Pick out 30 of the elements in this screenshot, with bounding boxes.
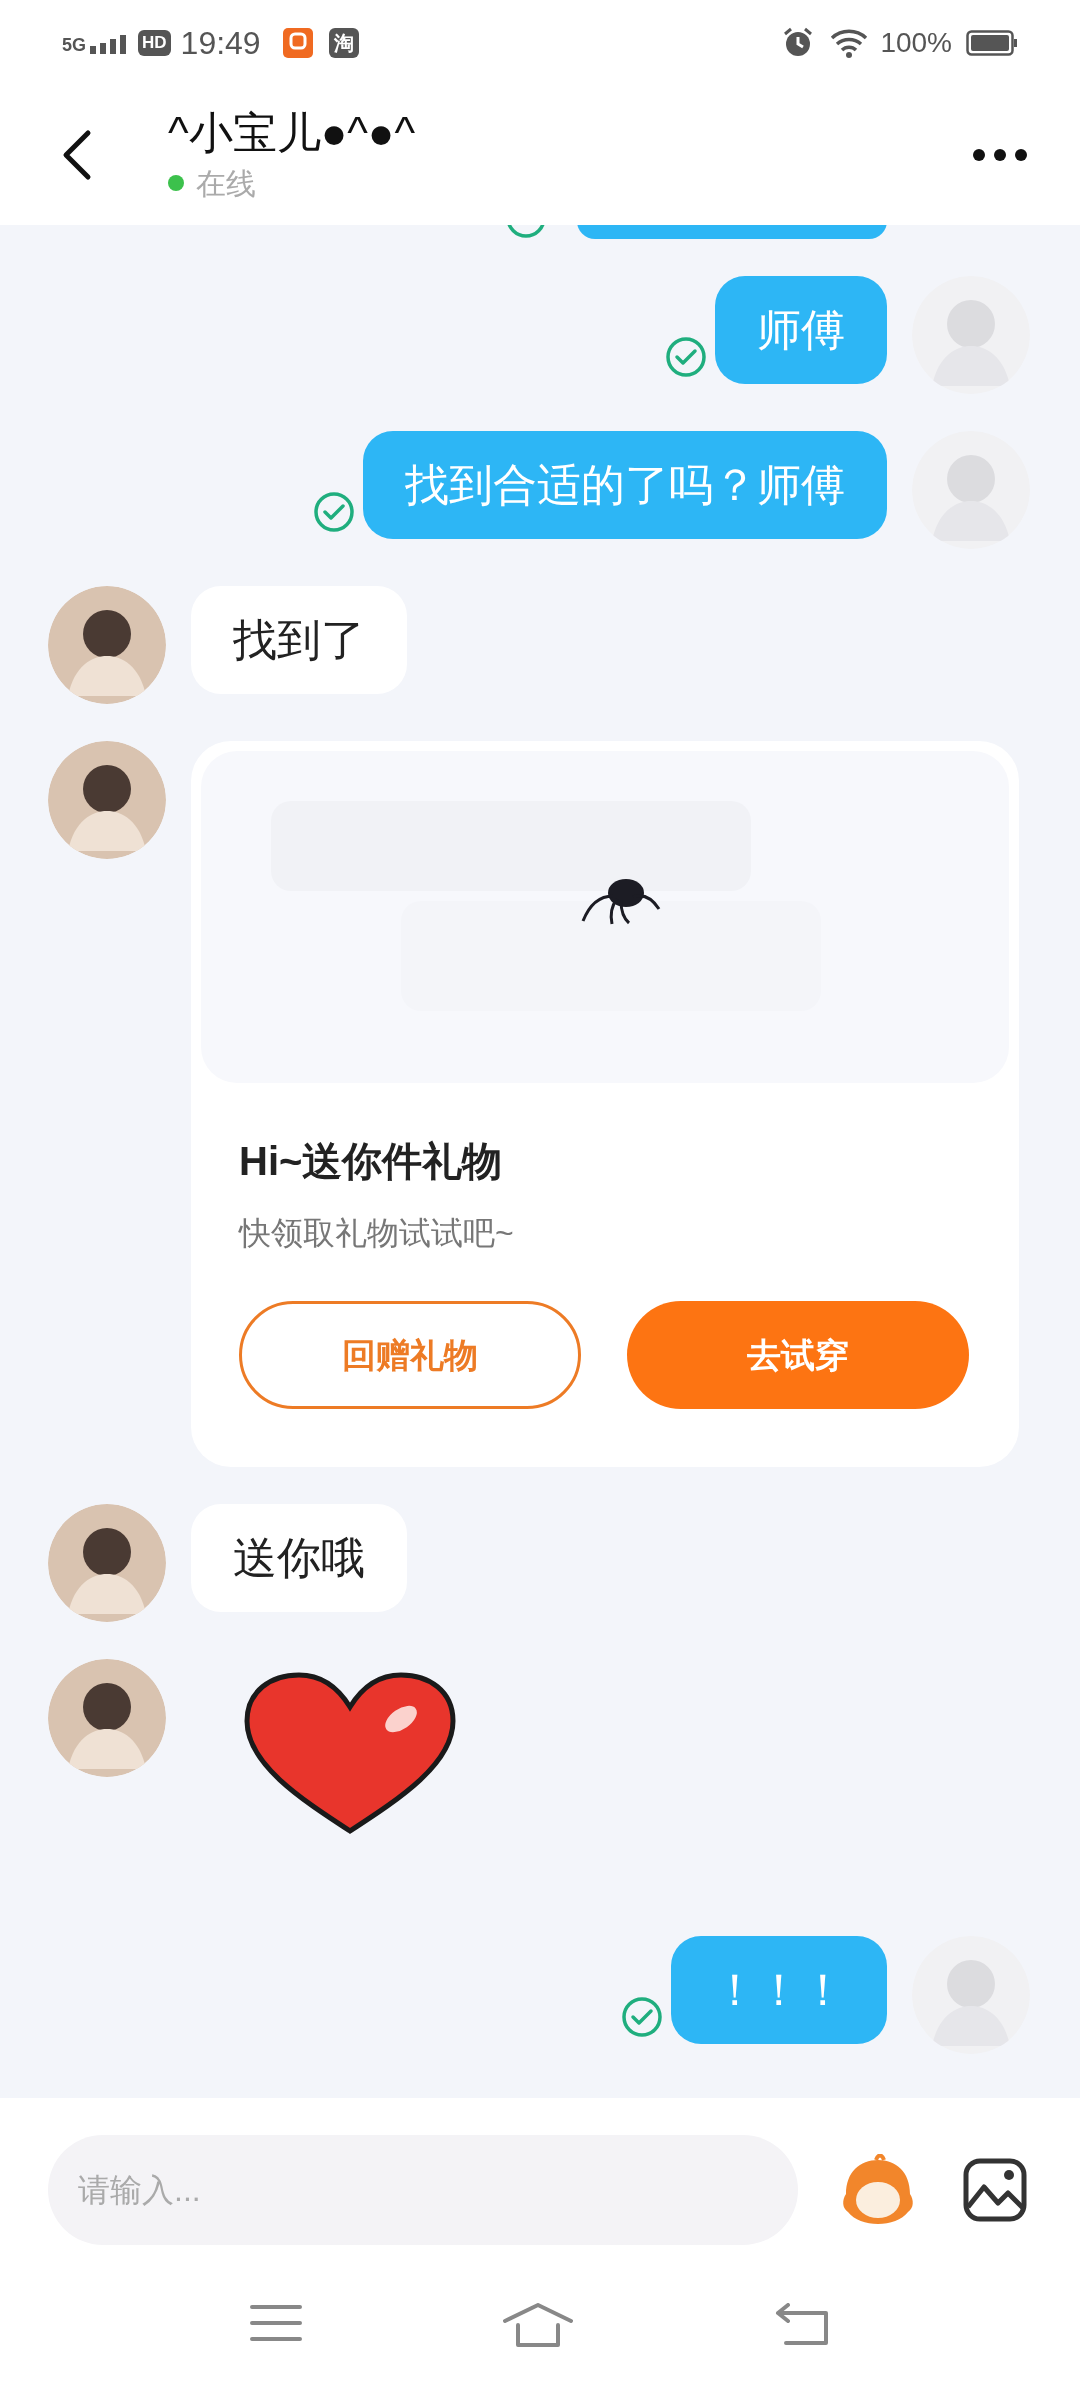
online-status: 在线 (196, 165, 256, 202)
avatar[interactable] (48, 1504, 166, 1622)
message-bubble: 师傅 (715, 276, 887, 384)
message-input[interactable]: 请输入... (48, 2135, 798, 2245)
message-bubble: ！！！ (671, 1936, 887, 2044)
battery-percent: 100% (880, 25, 952, 60)
app-icon (282, 27, 313, 58)
app-icon: 淘 (328, 27, 359, 58)
more-icon[interactable] (972, 148, 1028, 162)
wifi-icon (830, 27, 869, 58)
alarm-icon (782, 26, 815, 59)
avatar[interactable] (48, 1659, 166, 1777)
back-nav-icon[interactable] (773, 2303, 830, 2347)
message-bubble: 找到了 (191, 586, 407, 694)
clock-time: 19:49 (180, 23, 261, 63)
gift-title: Hi~送你件礼物 (239, 1138, 504, 1185)
battery-icon (966, 29, 1018, 56)
contact-name: ^小宝儿●^●^ (168, 106, 416, 159)
message-bubble: 找到合适的了吗？师傅 (363, 431, 887, 539)
message-bubble: 送你哦 (191, 1504, 407, 1612)
image-icon[interactable] (962, 2157, 1028, 2223)
menu-icon[interactable] (250, 2303, 303, 2343)
avatar[interactable] (48, 586, 166, 704)
try-on-button[interactable]: 去试穿 (627, 1301, 969, 1409)
home-icon[interactable] (503, 2303, 573, 2347)
avatar[interactable] (48, 741, 166, 859)
network-label: 5G (62, 35, 86, 54)
hd-badge: HD (138, 29, 171, 56)
gift-subtitle: 快领取礼物试试吧~ (239, 1214, 515, 1253)
return-gift-button[interactable]: 回赠礼物 (239, 1301, 581, 1409)
